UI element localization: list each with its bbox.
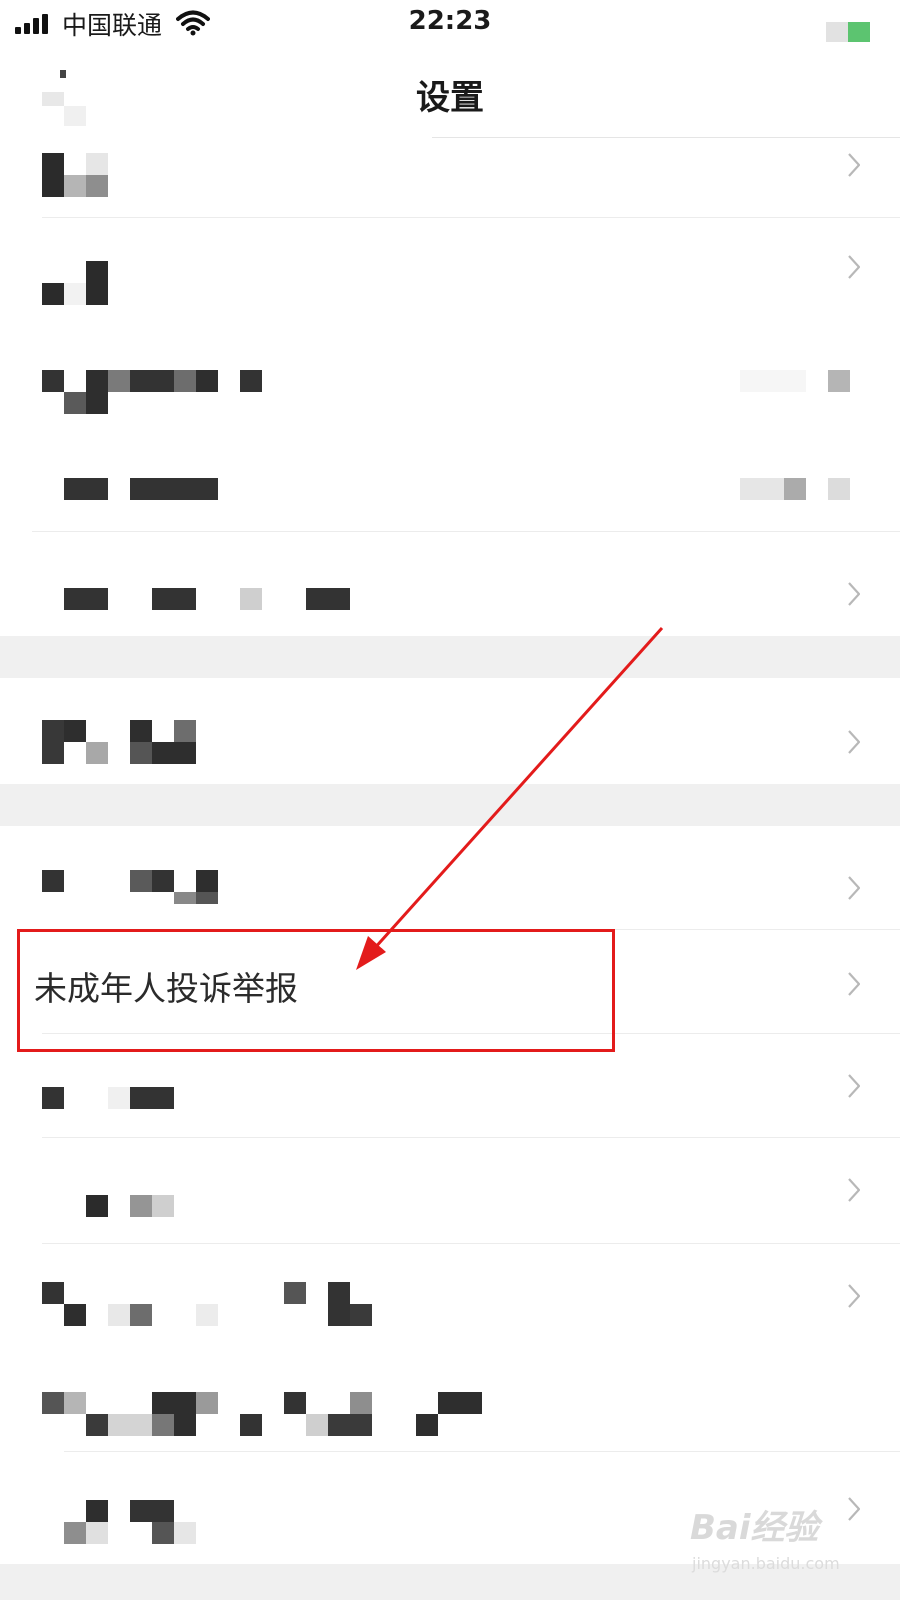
settings-row-1[interactable] [0, 140, 900, 218]
baidu-watermark: Bai经验 jingyan.baidu.com [690, 1500, 890, 1590]
pixelated-label [42, 870, 64, 892]
pixelated-label [86, 1195, 108, 1217]
section-gap [0, 636, 900, 678]
chevron-right-icon [848, 972, 860, 996]
pixelated-value [740, 370, 806, 392]
settings-row-10[interactable] [0, 1138, 900, 1244]
pixelated-label [42, 1282, 64, 1304]
chevron-right-icon [848, 582, 860, 606]
nav-divider [432, 137, 900, 138]
pixelated-label [86, 1500, 108, 1522]
battery-icon [826, 22, 870, 42]
chevron-right-icon [848, 1178, 860, 1202]
nav-bar: 设置 [0, 46, 900, 138]
chevron-right-icon [848, 1284, 860, 1308]
pixelated-label [64, 478, 108, 500]
pixelated-label [64, 588, 108, 610]
pixelated-label [42, 720, 64, 764]
chevron-right-icon [848, 255, 860, 279]
pixelated-label [42, 370, 64, 392]
settings-row-5[interactable] [0, 532, 900, 636]
chevron-right-icon [848, 1074, 860, 1098]
status-bar: 中国联通 22:23 [0, 0, 900, 46]
pixelated-label [42, 1087, 64, 1109]
section-gap [0, 784, 900, 826]
chevron-right-icon [848, 730, 860, 754]
settings-row-4[interactable] [0, 430, 900, 532]
pixelated-label [42, 283, 64, 305]
settings-row-6[interactable] [0, 678, 900, 784]
chevron-right-icon [848, 876, 860, 900]
watermark-brand: Bai经验 [690, 1508, 819, 1548]
page-title: 设置 [416, 78, 484, 118]
highlight-box [17, 929, 615, 1052]
chevron-right-icon [848, 153, 860, 177]
status-time: 22:23 [408, 6, 492, 36]
settings-row-11[interactable] [0, 1244, 900, 1348]
pixelated-value [740, 478, 784, 500]
pixelated-label [42, 153, 64, 197]
pixelated-label [42, 1392, 64, 1414]
settings-row-2[interactable] [0, 218, 900, 322]
settings-row-7[interactable] [0, 826, 900, 930]
watermark-url: jingyan.baidu.com [692, 1554, 840, 1573]
settings-row-12[interactable] [0, 1348, 900, 1452]
settings-row-3[interactable] [0, 322, 900, 430]
